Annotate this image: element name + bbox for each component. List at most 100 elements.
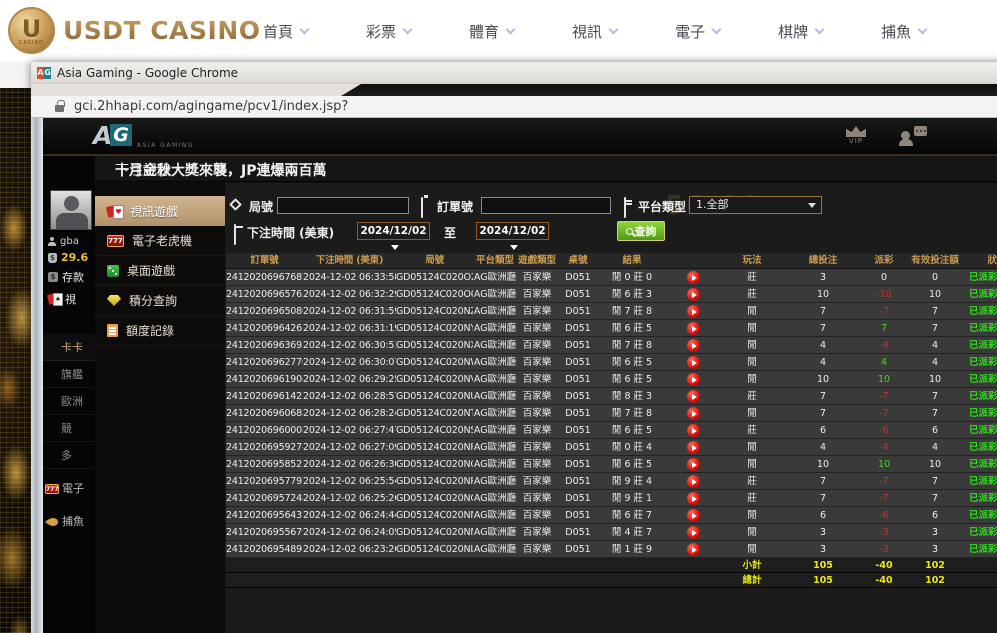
- ag-logo-g: G: [110, 124, 132, 146]
- cell-replay: [665, 507, 721, 523]
- cell-round: GD05124C020NU: [396, 388, 473, 404]
- play-replay-button[interactable]: [687, 492, 700, 505]
- play-replay-button[interactable]: [687, 543, 700, 556]
- nav-item-4[interactable]: 視訊: [572, 21, 617, 42]
- table-row: 2412020696190492024-12-02 06:29:25GD0512…: [226, 371, 997, 388]
- order-input[interactable]: [481, 197, 611, 214]
- table-row: 2412020695927412024-12-02 06:27:09GD0512…: [226, 439, 997, 456]
- hall-menu-item[interactable]: 卡卡: [43, 334, 95, 361]
- address-bar[interactable]: gci.2hhapi.com/agingame/pcv1/index.jsp?: [31, 96, 997, 118]
- cell-time: 2024-12-02 06:24:44: [303, 507, 396, 523]
- cell-bet: 10: [783, 286, 863, 302]
- site-nav: 首頁 彩票 體育 視訊 電子 棋牌 捕魚: [263, 0, 926, 62]
- play-replay-button[interactable]: [687, 356, 700, 369]
- col-header: 結果: [599, 253, 665, 268]
- popup-titlebar[interactable]: AG Asia Gaming - Google Chrome: [31, 62, 997, 84]
- play-replay-button[interactable]: [687, 441, 700, 454]
- cell-bet: 3: [783, 541, 863, 557]
- deposit-button[interactable]: $ 存款: [48, 269, 84, 285]
- cell-platform: AG歐洲廳: [473, 388, 517, 404]
- cell-table: D051: [557, 456, 599, 472]
- cell-round: GD05124C020NR: [396, 439, 473, 455]
- cell-game: 百家樂: [517, 490, 557, 506]
- play-replay-button[interactable]: [687, 288, 700, 301]
- play-replay-button[interactable]: [687, 339, 700, 352]
- play-replay-button[interactable]: [687, 271, 700, 284]
- hall-menu-item[interactable]: 777電子: [43, 475, 95, 502]
- balance-value: 29.6: [61, 251, 88, 264]
- casino-header: USDT CASINO 首頁 彩票 體育 視訊 電子 棋牌 捕魚: [0, 0, 997, 62]
- hall-menu-item[interactable]: 多: [43, 442, 95, 469]
- table-row: 2412020695489182024-12-02 06:23:26GD0512…: [226, 541, 997, 558]
- cell-valid: 0: [905, 269, 965, 285]
- sidebar-item-gem[interactable]: 積分查詢: [95, 286, 225, 316]
- sidebar-item-slot[interactable]: 777電子老虎機: [95, 226, 225, 256]
- cell-game: 百家樂: [517, 286, 557, 302]
- play-replay-button[interactable]: [687, 458, 700, 471]
- cell-valid: 7: [905, 320, 965, 336]
- nav-item-5[interactable]: 電子: [675, 21, 720, 42]
- cell-payout: -7: [863, 303, 905, 319]
- nav-item-6[interactable]: 棋牌: [778, 21, 823, 42]
- cell-round: GD05124C020NP: [396, 473, 473, 489]
- sidebar-item-dice[interactable]: 桌面遊戲: [95, 256, 225, 286]
- cell-payout: -4: [863, 439, 905, 455]
- sidebar-item-doc[interactable]: 額度記錄: [95, 316, 225, 346]
- search-button[interactable]: 查詢: [617, 221, 665, 241]
- sidebar-item-cards[interactable]: 視訊遊戲: [95, 196, 225, 226]
- ag-logo: A G ASIA GAMING: [93, 121, 243, 153]
- play-replay-button[interactable]: [687, 407, 700, 420]
- hall-menu-item[interactable]: 競: [43, 415, 95, 442]
- col-header: 遊戲類型: [517, 253, 557, 268]
- nav-item-label: 視訊: [572, 21, 602, 42]
- cell-playtype: 閒: [721, 354, 783, 370]
- hall-menu-label: 卡卡: [61, 341, 83, 354]
- hall-menu-item[interactable]: 歐洲: [43, 388, 95, 415]
- cell-valid: 4: [905, 439, 965, 455]
- vip-button[interactable]: VIP: [843, 126, 869, 145]
- nav-item-3[interactable]: 體育: [469, 21, 514, 42]
- play-replay-button[interactable]: [687, 475, 700, 488]
- customer-service-button[interactable]: [899, 126, 927, 146]
- cell-platform: AG歐洲廳: [473, 286, 517, 302]
- play-replay-button[interactable]: [687, 390, 700, 403]
- table-row: 2412020696277002024-12-02 06:30:07GD0512…: [226, 354, 997, 371]
- play-replay-button[interactable]: [687, 373, 700, 386]
- promo-banner-text: 十月金秋大獎來襲，JP連爆兩百萬: [115, 160, 326, 180]
- casino-logo[interactable]: USDT CASINO: [8, 7, 261, 54]
- cell-replay: [665, 286, 721, 302]
- nav-item-7[interactable]: 捕魚: [881, 21, 926, 42]
- nav-item-2[interactable]: 彩票: [366, 21, 411, 42]
- sidebar-item-label: 桌面遊戲: [127, 262, 175, 279]
- deposit-label: 存款: [62, 269, 84, 285]
- cell-round: GD05124C020NZ: [396, 303, 473, 319]
- platform-select[interactable]: 1.全部: [689, 196, 822, 214]
- hall-menu-item[interactable]: 旗艦: [43, 361, 95, 388]
- chevron-down-icon: [403, 24, 413, 34]
- cell-time: 2024-12-02 06:25:54: [303, 473, 396, 489]
- play-replay-button[interactable]: [687, 424, 700, 437]
- cell-playtype: 莊: [721, 422, 783, 438]
- popup-frame-band-dark: [341, 84, 997, 96]
- nav-item-label: 捕魚: [881, 21, 911, 42]
- play-replay-button[interactable]: [687, 509, 700, 522]
- cell-order: 241202069650801: [226, 303, 303, 319]
- cell-playtype: 莊: [721, 269, 783, 285]
- date-from-select[interactable]: 2024/12/02: [357, 222, 430, 240]
- cell-round: GD05124C020O0: [396, 286, 473, 302]
- cell-bet: 6: [783, 507, 863, 523]
- cell-replay: [665, 405, 721, 421]
- video-tab[interactable]: 視: [48, 291, 76, 307]
- play-replay-button[interactable]: [687, 305, 700, 318]
- cell-playtype: 莊: [721, 490, 783, 506]
- date-to-select[interactable]: 2024/12/02: [476, 222, 549, 240]
- play-replay-button[interactable]: [687, 322, 700, 335]
- play-replay-button[interactable]: [687, 526, 700, 539]
- cell-valid: 4: [905, 354, 965, 370]
- cell-game: 百家樂: [517, 439, 557, 455]
- round-input[interactable]: [277, 197, 409, 214]
- cell-platform: AG歐洲廳: [473, 422, 517, 438]
- hall-menu-item[interactable]: 捕魚: [43, 508, 95, 535]
- date-from-value: 2024/12/02: [360, 225, 426, 237]
- nav-item-1[interactable]: 首頁: [263, 21, 308, 42]
